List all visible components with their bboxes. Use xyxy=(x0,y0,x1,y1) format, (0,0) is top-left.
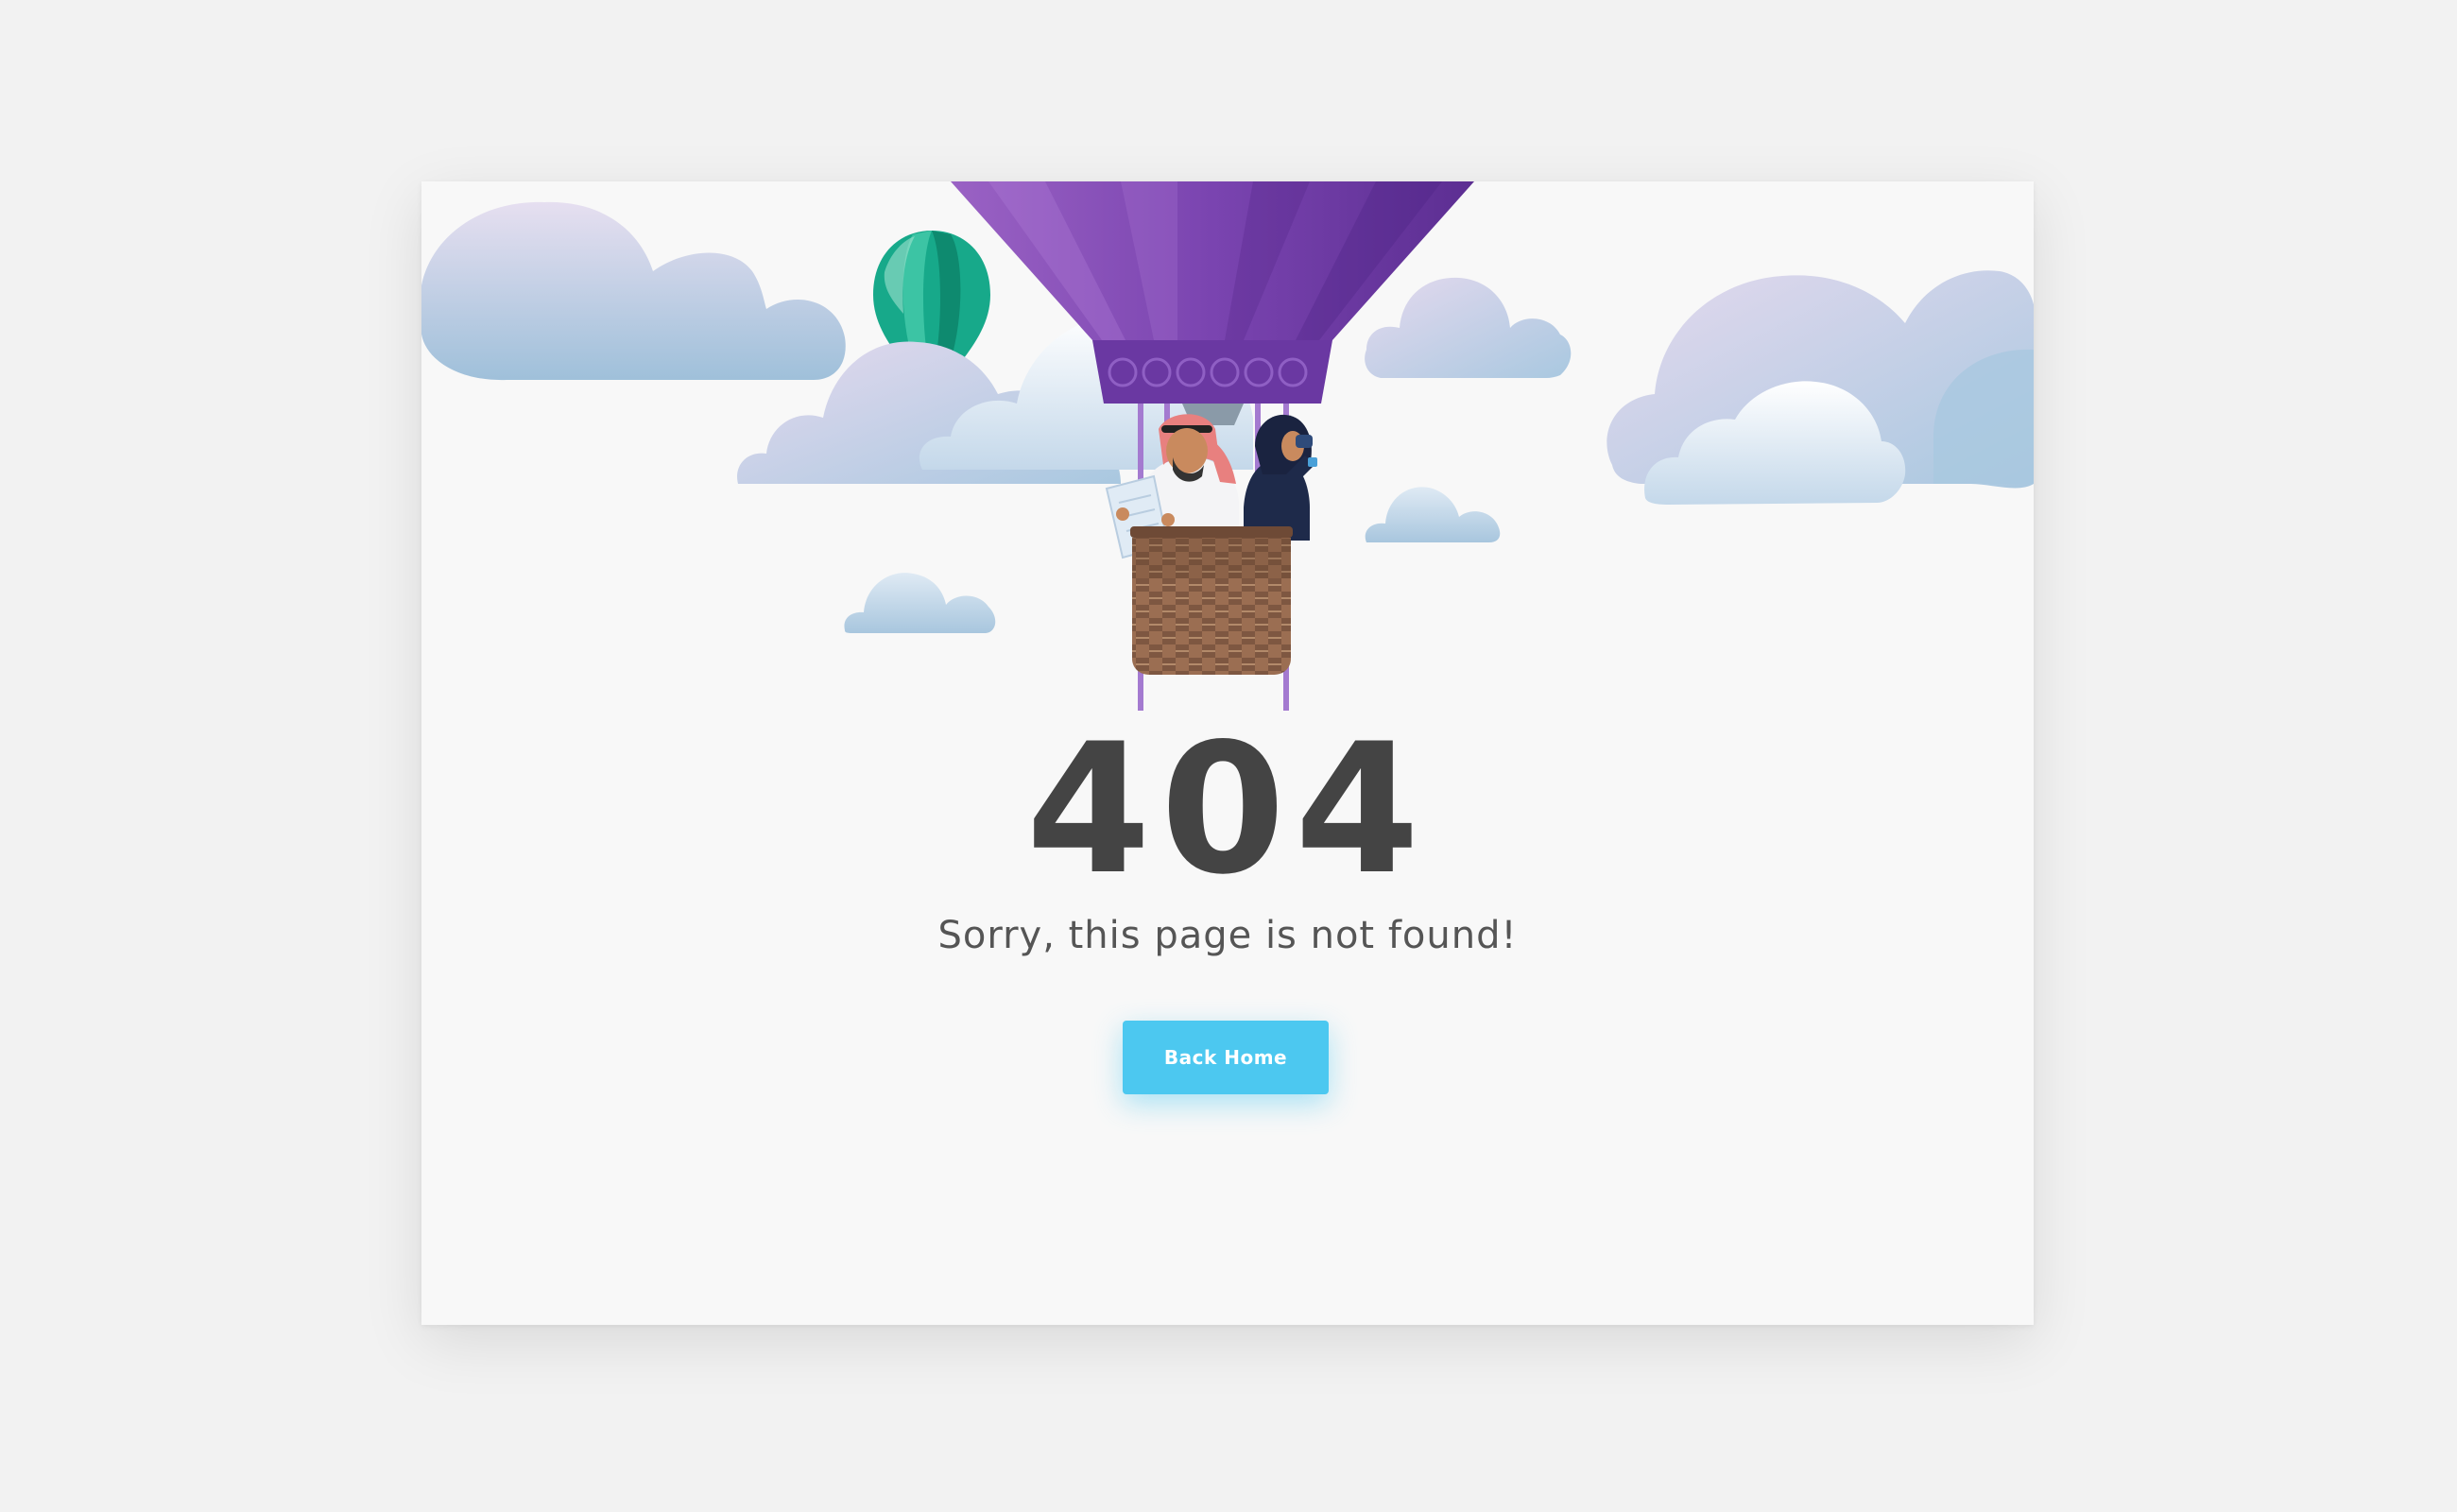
passenger-woman-icon xyxy=(1244,414,1317,541)
cloud-icon xyxy=(1365,277,1572,378)
error-card: 404 Sorry, this page is not found! Back … xyxy=(421,181,2034,1325)
error-code: 404 xyxy=(1025,705,1430,914)
error-message: Sorry, this page is not found! xyxy=(937,914,1518,957)
hero-illustration xyxy=(421,181,2034,711)
cloud-icon xyxy=(421,201,846,381)
cloud-icon xyxy=(844,573,996,633)
back-home-button[interactable]: Back Home xyxy=(1123,1021,1329,1094)
cloud-icon xyxy=(1365,487,1501,542)
